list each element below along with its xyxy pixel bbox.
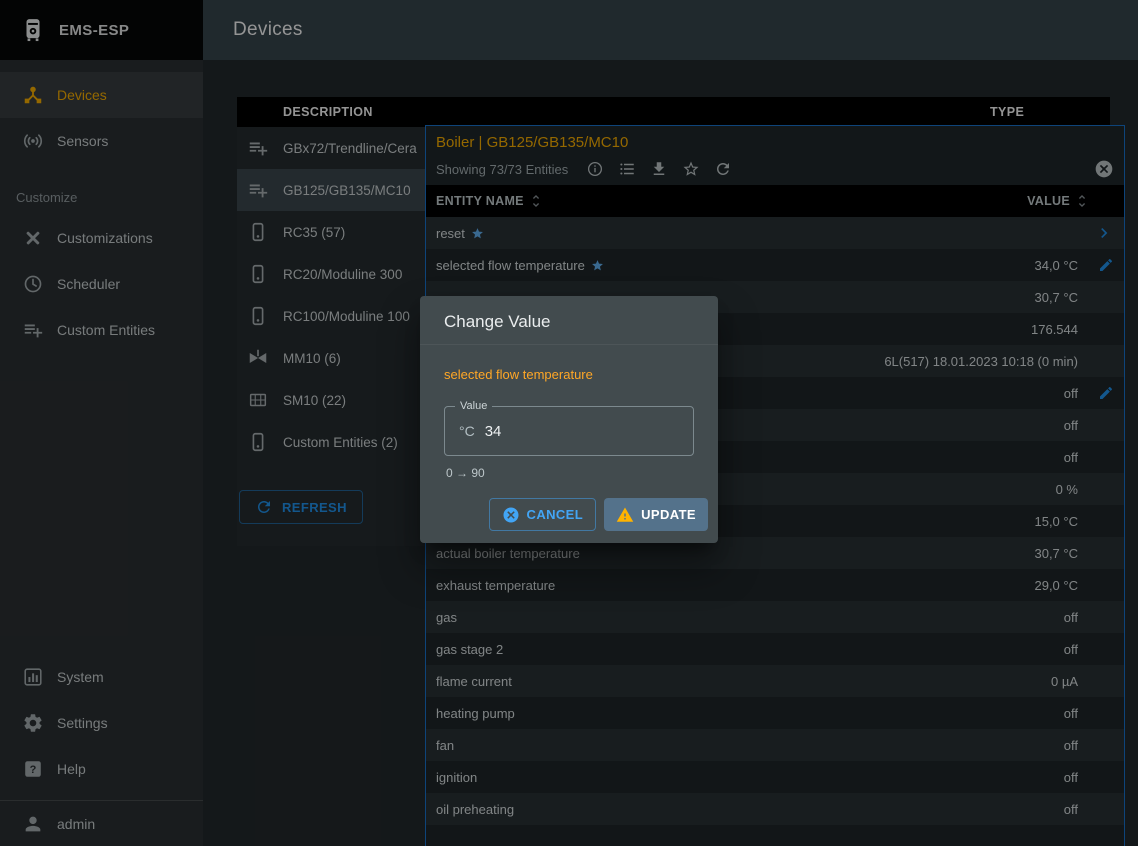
cancel-circle-icon (502, 506, 520, 524)
cancel-button[interactable]: CANCEL (489, 498, 597, 531)
dialog-body: selected flow temperature Value °C 0 → 9… (420, 345, 718, 480)
update-button-label: UPDATE (641, 507, 696, 522)
dialog-actions: CANCEL UPDATE (420, 480, 718, 543)
change-value-dialog: Change Value selected flow temperature V… (420, 296, 718, 543)
value-field[interactable]: Value °C (444, 406, 694, 456)
value-field-label: Value (455, 400, 492, 412)
update-button[interactable]: UPDATE (604, 498, 708, 531)
warning-icon (616, 506, 634, 524)
dialog-entity-label: selected flow temperature (444, 367, 694, 382)
value-input[interactable] (485, 423, 615, 440)
value-range-helper: 0 → 90 (446, 466, 694, 480)
cancel-button-label: CANCEL (527, 507, 584, 522)
dialog-title: Change Value (420, 296, 718, 345)
ems-esp-app: Devices EMS-ESP Devices Sensors Customiz… (0, 0, 1138, 846)
unit-adornment: °C (459, 423, 475, 439)
